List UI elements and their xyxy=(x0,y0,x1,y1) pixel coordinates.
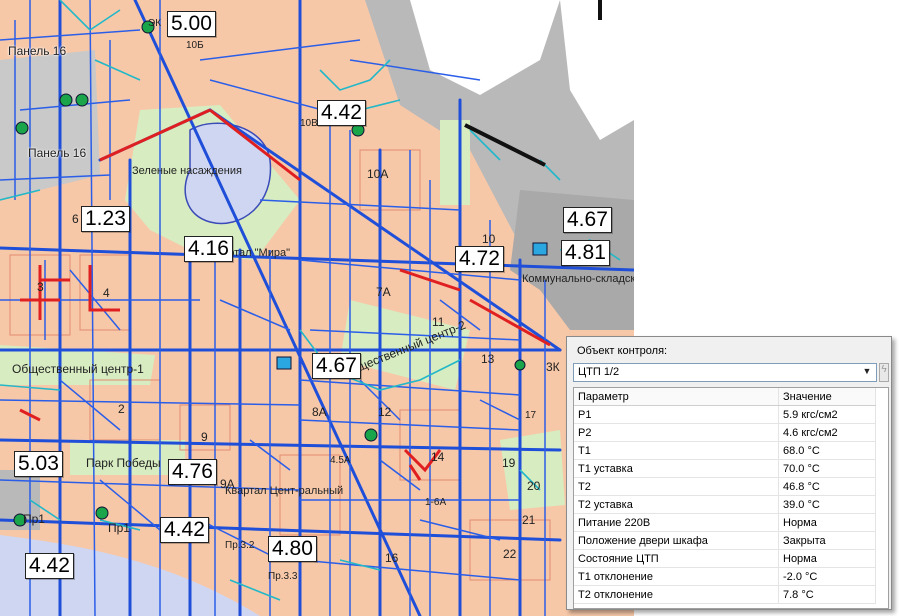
table-row[interactable]: Состояние ЦТП Норма xyxy=(574,549,876,568)
param-name: T1 xyxy=(574,441,779,460)
block-number: 3 xyxy=(37,280,44,294)
map-label: Парк Победы xyxy=(86,456,161,470)
param-name: T2 xyxy=(574,477,779,496)
block-number: Пр1 xyxy=(108,521,130,535)
param-value: Закрыта xyxy=(778,531,876,550)
block-number: ЭК xyxy=(148,18,162,29)
block-number: 10Б xyxy=(186,40,204,51)
param-value: 70.0 °C xyxy=(778,459,876,478)
param-value: -2.0 °C xyxy=(778,567,876,586)
pressure-marker[interactable]: 4.42 xyxy=(317,100,366,126)
map-label: Общественный центр-1 xyxy=(12,362,144,376)
object-label: Объект контроля: xyxy=(577,345,668,357)
block-number: 3К xyxy=(546,360,560,374)
param-value: 7.8 °C xyxy=(778,585,876,604)
block-number: 13 xyxy=(481,352,495,366)
lightning-icon[interactable]: ϟ xyxy=(879,363,889,382)
param-name: T1 уставка xyxy=(574,459,779,478)
block-number: 10 xyxy=(482,232,496,246)
object-select-value: ЦТП 1/2 xyxy=(578,366,620,378)
object-info-panel: Объект контроля: ЦТП 1/2 ▼ ϟ Параметр Зн… xyxy=(566,336,892,610)
column-header-param: Параметр xyxy=(574,388,779,406)
block-number: Пр.3.3 xyxy=(268,571,298,582)
block-number: 11 xyxy=(432,315,445,329)
block-number: 12 xyxy=(378,405,392,419)
param-name: P2 xyxy=(574,423,779,442)
block-number: 14 xyxy=(431,450,445,464)
param-value: Норма xyxy=(778,549,876,568)
block-number: 2 xyxy=(118,402,125,416)
table-row[interactable]: Питание 220В Норма xyxy=(574,513,876,532)
param-name: Питание 220В xyxy=(574,513,779,532)
block-number: 4.5А xyxy=(330,455,351,466)
pressure-marker[interactable]: 4.42 xyxy=(160,517,209,543)
table-row[interactable]: T2 46.8 °C xyxy=(574,477,876,496)
pressure-marker[interactable]: 5.00 xyxy=(167,11,216,37)
table-row[interactable]: P2 4.6 кгс/см2 xyxy=(574,423,876,442)
block-number: 22 xyxy=(503,547,517,561)
block-number: 16 xyxy=(385,551,399,565)
param-name: P1 xyxy=(574,405,779,424)
param-value: 4.6 кгс/см2 xyxy=(778,423,876,442)
block-number: 10А xyxy=(367,167,389,181)
block-number: 10В xyxy=(300,118,318,129)
block-number: 6 xyxy=(72,212,79,226)
object-select[interactable]: ЦТП 1/2 ▼ xyxy=(573,363,877,382)
chevron-down-icon[interactable]: ▼ xyxy=(860,366,874,379)
block-number: 9 xyxy=(201,430,208,444)
param-value: 68.0 °C xyxy=(778,441,876,460)
param-value: 5.9 кгс/см2 xyxy=(778,405,876,424)
network-map[interactable]: Панель 16 Панель 16 Зеленые насаждения К… xyxy=(0,0,634,616)
param-name: T2 уставка xyxy=(574,495,779,514)
table-row[interactable]: P1 5.9 кгс/см2 xyxy=(574,405,876,424)
pressure-marker[interactable]: 4.80 xyxy=(268,536,317,562)
map-label: Коммунально-складская зона xyxy=(522,273,634,285)
ctp-icon xyxy=(276,356,292,370)
param-name: Состояние ЦТП xyxy=(574,549,779,568)
pressure-marker[interactable]: 4.67 xyxy=(563,207,612,233)
block-number: Пр1 xyxy=(23,512,45,526)
param-value: 39.0 °C xyxy=(778,495,876,514)
table-row[interactable]: T2 отклонение 7.8 °C xyxy=(574,585,876,604)
block-number: 20 xyxy=(527,479,541,493)
table-row[interactable]: T1 уставка 70.0 °C xyxy=(574,459,876,478)
block-number: 17 xyxy=(525,410,537,421)
pressure-marker[interactable]: 4.16 xyxy=(184,236,233,262)
column-header-value: Значение xyxy=(778,388,876,406)
table-header: Параметр Значение xyxy=(574,388,876,406)
map-canvas xyxy=(0,0,634,616)
block-number: 4 xyxy=(103,286,110,300)
pressure-marker[interactable]: 4.81 xyxy=(561,240,610,266)
map-label: Зеленые насаждения xyxy=(132,165,242,177)
block-number: Пр.3.2 xyxy=(225,540,255,551)
parameters-table: Параметр Значение P1 5.9 кгс/см2 P2 4.6 кг… xyxy=(573,387,889,609)
pressure-marker[interactable]: 4.76 xyxy=(168,459,217,485)
table-row[interactable]: T1 отклонение -2.0 °C xyxy=(574,567,876,586)
param-name: T1 отклонение xyxy=(574,567,779,586)
table-row[interactable]: T2 уставка 39.0 °C xyxy=(574,495,876,514)
param-name: T2 отклонение xyxy=(574,585,779,604)
block-number: 9А xyxy=(220,477,235,491)
block-number: 19 xyxy=(502,456,516,470)
block-number: 8А xyxy=(312,405,327,419)
table-row[interactable]: T1 68.0 °C xyxy=(574,441,876,460)
param-name: Положение двери шкафа xyxy=(574,531,779,550)
param-value: 46.8 °C xyxy=(778,477,876,496)
block-number: 21 xyxy=(522,513,536,527)
pressure-marker[interactable]: 4.67 xyxy=(312,353,361,379)
map-label: Панель 16 xyxy=(28,146,87,160)
pressure-marker[interactable]: 4.72 xyxy=(455,246,504,272)
pressure-marker[interactable]: 4.42 xyxy=(25,553,74,579)
table-row[interactable]: Положение двери шкафа Закрыта xyxy=(574,531,876,550)
block-number: 7А xyxy=(376,285,391,299)
pressure-marker[interactable]: 1.23 xyxy=(81,206,130,232)
pressure-marker[interactable]: 5.03 xyxy=(14,451,63,477)
param-value: Норма xyxy=(778,513,876,532)
block-number: 1-6А xyxy=(425,497,447,508)
map-label: Панель 16 xyxy=(8,44,67,58)
